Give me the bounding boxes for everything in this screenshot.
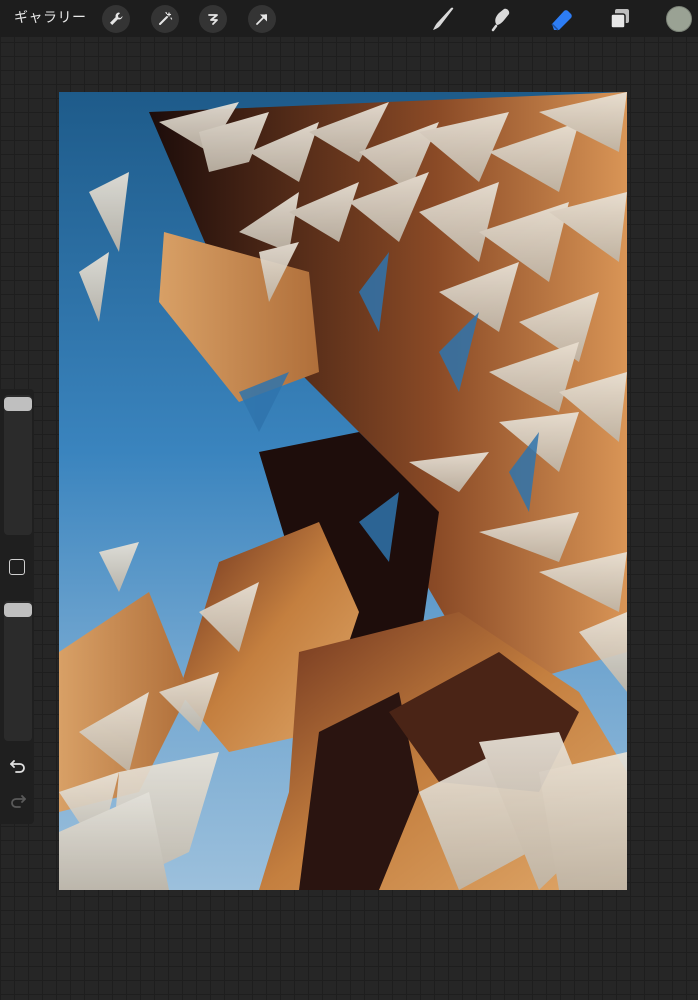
- selection-icon[interactable]: [199, 5, 227, 33]
- magic-wand-icon[interactable]: [151, 5, 179, 33]
- brush-size-knob[interactable]: [4, 397, 32, 411]
- opacity-knob[interactable]: [4, 603, 32, 617]
- smudge-icon[interactable]: [487, 4, 517, 34]
- redo-icon[interactable]: [8, 791, 28, 811]
- brush-icon[interactable]: [428, 4, 458, 34]
- undo-icon[interactable]: [8, 756, 28, 776]
- eraser-icon[interactable]: [546, 4, 576, 34]
- color-picker-button[interactable]: [666, 6, 692, 32]
- wrench-icon[interactable]: [102, 5, 130, 33]
- transform-arrow-icon[interactable]: [248, 5, 276, 33]
- drawing-canvas[interactable]: [59, 92, 627, 890]
- layers-icon[interactable]: [605, 4, 635, 34]
- opacity-slider[interactable]: [4, 601, 32, 741]
- artwork: [59, 92, 627, 890]
- brush-size-slider[interactable]: [4, 395, 32, 535]
- left-sidebar: [0, 389, 34, 824]
- top-toolbar: ギャラリー: [0, 0, 698, 37]
- modify-button[interactable]: [9, 559, 25, 575]
- gallery-button[interactable]: ギャラリー: [14, 8, 87, 28]
